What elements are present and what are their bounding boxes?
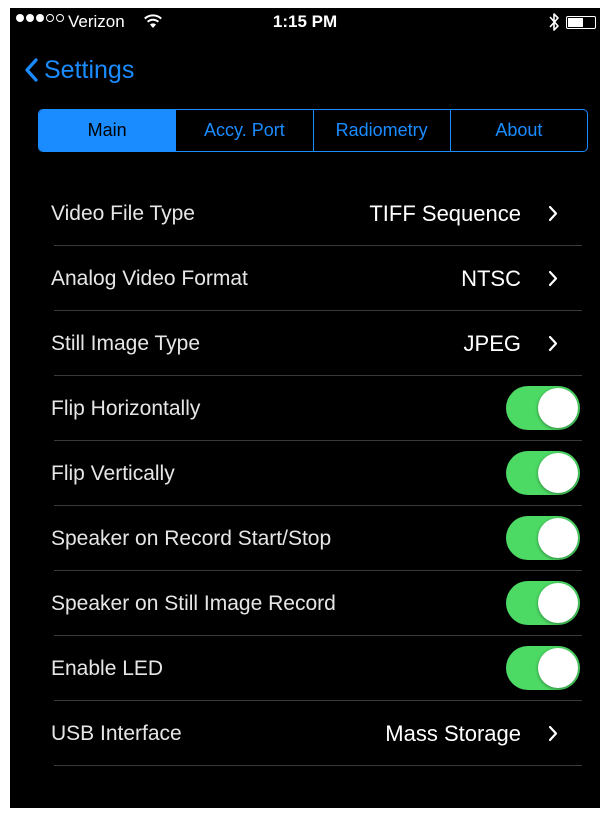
toggle-knob bbox=[538, 518, 578, 558]
tab-label: About bbox=[495, 120, 543, 140]
speaker-still-image-record-row: Speaker on Still Image Record bbox=[10, 571, 600, 636]
row-label: Still Image Type bbox=[51, 331, 201, 355]
chevron-left-icon bbox=[25, 58, 38, 82]
flip-horizontally-row: Flip Horizontally bbox=[10, 376, 600, 441]
settings-list: Video File Type TIFF Sequence Analog Vid… bbox=[10, 181, 600, 766]
speaker-record-start-stop-toggle[interactable] bbox=[506, 516, 580, 560]
chevron-right-icon bbox=[548, 725, 558, 742]
flip-horizontally-toggle[interactable] bbox=[506, 386, 580, 430]
chevron-right-icon bbox=[548, 205, 558, 222]
tab-label: Accy. Port bbox=[204, 120, 285, 140]
flip-vertically-toggle[interactable] bbox=[506, 451, 580, 495]
flip-vertically-row: Flip Vertically bbox=[10, 441, 600, 506]
toggle-knob bbox=[538, 648, 578, 688]
row-value: TIFF Sequence bbox=[369, 200, 521, 226]
usb-interface-row[interactable]: USB Interface Mass Storage bbox=[10, 701, 600, 766]
tab-radiometry[interactable]: Radiometry bbox=[312, 110, 450, 151]
enable-led-toggle[interactable] bbox=[506, 646, 580, 690]
row-label: Speaker on Record Start/Stop bbox=[51, 526, 332, 550]
segmented-control: Main Accy. Port Radiometry About bbox=[38, 109, 588, 152]
tab-label: Main bbox=[87, 120, 127, 140]
toggle-knob bbox=[538, 453, 578, 493]
toggle-knob bbox=[538, 583, 578, 623]
row-label: Analog Video Format bbox=[51, 266, 248, 290]
chevron-right-icon bbox=[548, 335, 558, 352]
row-value: JPEG bbox=[463, 330, 521, 356]
row-label: Enable LED bbox=[51, 656, 164, 680]
tab-about[interactable]: About bbox=[449, 110, 587, 151]
status-bar: Verizon 1:15 PM bbox=[10, 8, 600, 38]
tab-main[interactable]: Main bbox=[39, 110, 176, 151]
speaker-still-image-record-toggle[interactable] bbox=[506, 581, 580, 625]
analog-video-format-row[interactable]: Analog Video Format NTSC bbox=[10, 246, 600, 311]
row-label: Video File Type bbox=[51, 201, 195, 225]
row-label: Flip Vertically bbox=[51, 461, 175, 485]
phone-screen: Verizon 1:15 PM Settings Main Accy. Port… bbox=[10, 8, 600, 808]
tab-accy-port[interactable]: Accy. Port bbox=[175, 110, 312, 151]
battery-icon bbox=[566, 16, 596, 29]
toggle-knob bbox=[538, 388, 578, 428]
chevron-right-icon bbox=[548, 270, 558, 287]
battery-level bbox=[568, 18, 584, 27]
row-value: Mass Storage bbox=[385, 720, 521, 746]
enable-led-row: Enable LED bbox=[10, 636, 600, 701]
row-value: NTSC bbox=[461, 265, 521, 291]
speaker-record-start-stop-row: Speaker on Record Start/Stop bbox=[10, 506, 600, 571]
status-time: 1:15 PM bbox=[272, 12, 338, 31]
row-label: Speaker on Still Image Record bbox=[51, 591, 336, 615]
back-button-label: Settings bbox=[44, 55, 135, 84]
still-image-type-row[interactable]: Still Image Type JPEG bbox=[10, 311, 600, 376]
video-file-type-row[interactable]: Video File Type TIFF Sequence bbox=[10, 181, 600, 246]
bluetooth-icon bbox=[548, 12, 560, 37]
row-label: Flip Horizontally bbox=[51, 396, 201, 420]
back-button[interactable]: Settings bbox=[24, 52, 134, 88]
row-label: USB Interface bbox=[51, 721, 182, 745]
tab-label: Radiometry bbox=[335, 120, 428, 140]
